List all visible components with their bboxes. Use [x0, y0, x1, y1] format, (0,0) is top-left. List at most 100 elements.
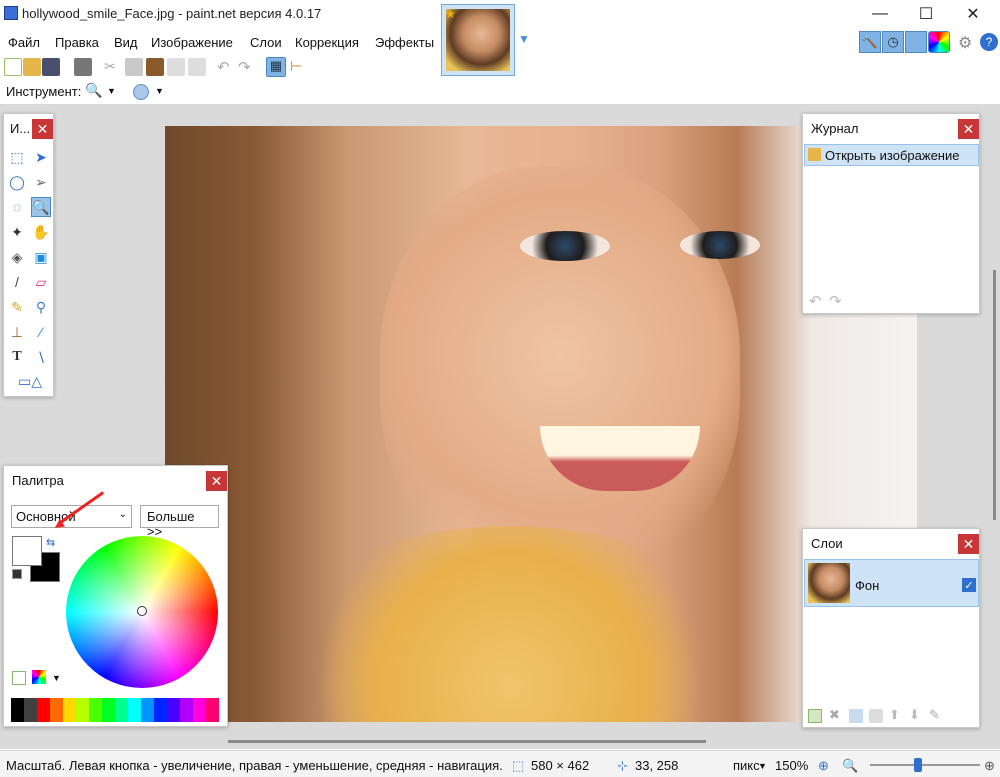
tool-dropdown-arrow-icon[interactable]: ▼ [107, 86, 116, 96]
minimize-button[interactable]: — [857, 0, 903, 28]
cut-icon[interactable]: ✂ [104, 58, 122, 76]
zoom-out-icon[interactable]: 🔍 [842, 758, 858, 774]
horizontal-scrollbar[interactable] [228, 740, 706, 743]
layers-window-toggle[interactable] [905, 31, 927, 53]
image-tab-thumbnail[interactable]: ★ [441, 4, 515, 76]
crop-icon[interactable] [167, 58, 185, 76]
magic-wand-icon[interactable]: ✦ [7, 222, 27, 242]
paint-bucket-icon[interactable]: ◈ [7, 247, 27, 267]
menu-layers[interactable]: Слои [250, 35, 282, 50]
layer-row[interactable]: Фон ✓ [804, 559, 979, 607]
ellipse-select-icon[interactable]: ◌ [7, 197, 27, 217]
palette-swatch[interactable] [102, 698, 115, 722]
grid-icon[interactable]: ▦ [266, 57, 286, 77]
palette-swatch[interactable] [24, 698, 37, 722]
palette-swatch[interactable] [11, 698, 24, 722]
paintbrush-icon[interactable]: / [7, 272, 27, 292]
color-picker-icon[interactable]: ⚲ [31, 297, 51, 317]
ruler-icon[interactable]: ⊢ [290, 58, 308, 76]
print-icon[interactable] [74, 58, 92, 76]
new-image-icon[interactable] [4, 58, 22, 76]
layer-properties-icon[interactable]: ✎ [929, 707, 940, 723]
redo-icon[interactable]: ↷ [238, 58, 256, 76]
zoom-slider[interactable] [870, 758, 980, 772]
settings-gear-icon[interactable]: ⚙ [958, 33, 972, 53]
add-layer-icon[interactable] [808, 709, 822, 723]
layer-visibility-checkbox[interactable]: ✓ [962, 578, 976, 592]
paste-icon[interactable] [146, 58, 164, 76]
layers-panel-close-button[interactable]: ✕ [958, 534, 979, 554]
history-redo-icon[interactable]: ↷ [829, 292, 842, 310]
palette-swatch[interactable] [89, 698, 102, 722]
tab-dropdown-arrow-icon[interactable]: ▼ [518, 32, 530, 46]
palette-panel-close-button[interactable]: ✕ [206, 471, 227, 491]
menu-effects[interactable]: Эффекты [375, 35, 434, 50]
move-layer-down-icon[interactable]: ⬇ [909, 707, 920, 723]
units-dropdown-arrow-icon[interactable]: ▼ [758, 761, 767, 771]
move-layer-up-icon[interactable]: ⬆ [889, 707, 900, 723]
text-tool-icon[interactable]: T [7, 347, 27, 367]
palette-swatch[interactable] [206, 698, 219, 722]
delete-layer-icon[interactable]: ✖ [829, 707, 840, 723]
sampling-icon[interactable] [133, 84, 149, 100]
undo-icon[interactable]: ↶ [217, 58, 235, 76]
vertical-scrollbar[interactable] [993, 270, 996, 520]
pencil-icon[interactable]: ✎ [7, 297, 27, 317]
palette-swatch[interactable] [193, 698, 206, 722]
help-icon[interactable]: ? [980, 33, 998, 51]
palette-swatch[interactable] [180, 698, 193, 722]
menu-adjustments[interactable]: Коррекция [295, 35, 359, 50]
menu-image[interactable]: Изображение [151, 35, 233, 50]
zoom-tool-icon[interactable]: 🔍 [85, 82, 102, 99]
reset-colors-icon[interactable] [12, 569, 22, 579]
palette-swatch[interactable] [128, 698, 141, 722]
sampling-dropdown-arrow-icon[interactable]: ▼ [155, 86, 164, 96]
zoom-in-icon[interactable]: ⊕ [984, 758, 995, 774]
palette-swatch[interactable] [63, 698, 76, 722]
history-item[interactable]: Открыть изображение [804, 144, 979, 166]
color-wheel-cursor[interactable] [137, 606, 147, 616]
zoom-level[interactable]: 150% [775, 758, 808, 773]
palette-swatch[interactable] [37, 698, 50, 722]
zoom-slider-thumb[interactable] [914, 758, 922, 772]
tools-window-toggle[interactable]: 🔨 [859, 31, 881, 53]
copy-icon[interactable] [125, 58, 143, 76]
palette-swatch[interactable] [167, 698, 180, 722]
deselect-icon[interactable] [188, 58, 206, 76]
colors-window-toggle[interactable] [928, 31, 950, 53]
clone-stamp-icon[interactable]: ⊥ [7, 322, 27, 342]
menu-edit[interactable]: Правка [55, 35, 99, 50]
primary-color-swatch[interactable] [12, 536, 42, 566]
pan-hand-icon[interactable]: ✋ [31, 222, 51, 242]
rectangle-select-icon[interactable]: ⬚ [7, 147, 27, 167]
palette-menu-arrow-icon[interactable]: ▼ [52, 673, 61, 683]
palette-menu-icon[interactable] [32, 670, 46, 684]
lasso-select-icon[interactable]: ◯ [7, 172, 27, 192]
history-panel-close-button[interactable]: ✕ [958, 119, 979, 139]
zoom-icon[interactable]: 🔍 [31, 197, 51, 217]
more-button[interactable]: Больше >> [140, 505, 219, 539]
save-icon[interactable] [42, 58, 60, 76]
history-undo-icon[interactable]: ↶ [809, 292, 822, 310]
recolor-icon[interactable]: ⁄ [31, 322, 51, 342]
zoom-to-window-icon[interactable]: ⊕ [818, 758, 829, 774]
maximize-button[interactable]: ☐ [903, 0, 949, 28]
swap-colors-icon[interactable]: ⇆ [46, 536, 55, 549]
menu-file[interactable]: Файл [8, 35, 40, 50]
move-selection-icon[interactable]: ➢ [31, 172, 51, 192]
palette-swatch[interactable] [76, 698, 89, 722]
eraser-icon[interactable]: ▱ [31, 272, 51, 292]
tools-panel-close-button[interactable]: ✕ [32, 119, 53, 139]
add-to-palette-icon[interactable] [12, 671, 26, 685]
menu-view[interactable]: Вид [114, 35, 138, 50]
history-window-toggle[interactable]: ◷ [882, 31, 904, 53]
open-icon[interactable] [23, 58, 41, 76]
gradient-icon[interactable]: ▣ [31, 247, 51, 267]
palette-swatch[interactable] [141, 698, 154, 722]
merge-down-icon[interactable] [869, 709, 883, 723]
palette-swatch[interactable] [50, 698, 63, 722]
duplicate-layer-icon[interactable] [849, 709, 863, 723]
units-select[interactable]: пикс [733, 758, 760, 773]
move-selected-icon[interactable]: ➤ [31, 147, 51, 167]
shapes-icon[interactable]: ▭△ [10, 371, 50, 391]
